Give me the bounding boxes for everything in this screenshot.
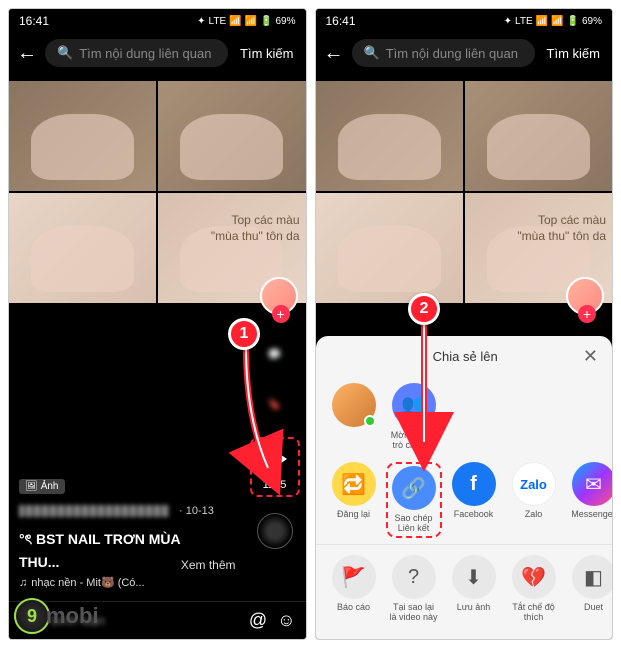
nail-image-3 — [9, 193, 156, 303]
search-placeholder: Tìm nội dung liên quan — [79, 46, 211, 61]
search-input[interactable]: 🔍 Tìm nội dung liên quan — [45, 39, 228, 67]
phone-right: 16:41 ✦LTE📶📶🔋69% ← 🔍 Tìm nội dung liên q… — [315, 8, 614, 640]
music-icon: ♫ — [19, 577, 27, 589]
search-icon: 🔍 — [364, 45, 380, 61]
image-icon: 🖼 — [25, 481, 38, 492]
share-sheet: Chia sẻ lên ✕ 👥 Mời bạn bè trò chuyện 🔁 — [316, 336, 613, 639]
caption-area: °ৎ BST NAIL TRƠN MÙA THU... Xem thêm ♫ n… — [9, 518, 306, 599]
arrow-2 — [411, 324, 441, 459]
nail-image-2 — [158, 81, 305, 191]
marker-2: 2 — [408, 293, 440, 325]
save-image-button[interactable]: ⬇ Lưu ảnh — [446, 555, 502, 623]
search-button[interactable]: Tìm kiếm — [236, 46, 297, 61]
top-bar: ← 🔍 Tìm nội dung liên quan Tìm kiếm — [9, 33, 306, 73]
top-bar: ← 🔍 Tìm nội dung liên quan Tìm kiếm — [316, 33, 613, 73]
watermark-text: mobi — [46, 603, 99, 629]
copy-link-button[interactable]: 🔗 Sao chép Liên kết — [386, 462, 442, 538]
music-row[interactable]: ♫ nhạc nền - Mit🐻 (Có... — [19, 576, 296, 589]
see-more-button[interactable]: Xem thêm — [181, 558, 236, 572]
share-row-apps: 🔁 Đăng lại 🔗 Sao chép Liên kết f Faceboo… — [316, 456, 613, 544]
back-icon[interactable]: ← — [17, 42, 37, 65]
search-button[interactable]: Tìm kiếm — [543, 46, 604, 61]
repost-button[interactable]: 🔁 Đăng lại — [326, 462, 382, 538]
image-badge: 🖼 Ảnh — [19, 479, 65, 494]
follow-plus-icon[interactable]: + — [272, 305, 290, 323]
follow-plus-icon[interactable]: + — [578, 305, 596, 323]
nail-image-1 — [9, 81, 156, 191]
duet-button[interactable]: ◧ Duet — [566, 555, 613, 623]
messenger-button[interactable]: ✉ Messenger — [566, 462, 613, 538]
arrow-1 — [236, 348, 286, 483]
mention-icon[interactable]: @ — [249, 610, 267, 631]
caption-line1: °ৎ BST NAIL TRƠN MÙA — [19, 528, 236, 552]
facebook-button[interactable]: f Facebook — [446, 462, 502, 538]
marker-1: 1 — [228, 318, 260, 350]
overlay-text: Top các màu "mùa thu" tôn da — [211, 213, 300, 244]
zalo-button[interactable]: Zalo Zalo — [506, 462, 562, 538]
status-right: ✦LTE📶📶🔋69% — [197, 16, 295, 27]
report-button[interactable]: 🚩 Báo cáo — [326, 555, 382, 623]
phone-left: 16:41 ✦LTE📶📶🔋69% ← 🔍 Tìm nội dung liên q… — [8, 8, 307, 640]
sheet-title: Chia sẻ lên — [348, 349, 583, 364]
search-input[interactable]: 🔍 Tìm nội dung liên quan — [352, 39, 535, 67]
image-grid[interactable]: Top các màu "mùa thu" tôn da + — [9, 81, 306, 303]
share-row-friends: 👥 Mời bạn bè trò chuyện — [316, 377, 613, 457]
watermark: 9 mobi — [14, 598, 99, 634]
emoji-icon[interactable]: ☺ — [277, 610, 295, 631]
friend-avatar[interactable] — [326, 383, 382, 451]
image-grid[interactable]: Top các màu "mùa thu" tôn da + — [316, 81, 613, 303]
caption-line2: THU... — [19, 554, 59, 570]
status-bar: 16:41 ✦LTE📶📶🔋69% — [316, 9, 613, 33]
search-icon: 🔍 — [57, 45, 73, 61]
post-date: · 10-13 — [179, 505, 214, 517]
status-bar: 16:41 ✦LTE📶📶🔋69% — [9, 9, 306, 33]
share-row-actions: 🚩 Báo cáo ? Tại sao lại là video này ⬇ L… — [316, 544, 613, 629]
watermark-badge: 9 — [14, 598, 50, 634]
back-icon[interactable]: ← — [324, 42, 344, 65]
status-time: 16:41 — [19, 14, 49, 28]
close-icon[interactable]: ✕ — [583, 346, 598, 367]
username-blurred — [19, 505, 169, 517]
why-video-button[interactable]: ? Tại sao lại là video này — [386, 555, 442, 623]
disable-like-button[interactable]: 💔 Tắt chế độ thích — [506, 555, 562, 623]
